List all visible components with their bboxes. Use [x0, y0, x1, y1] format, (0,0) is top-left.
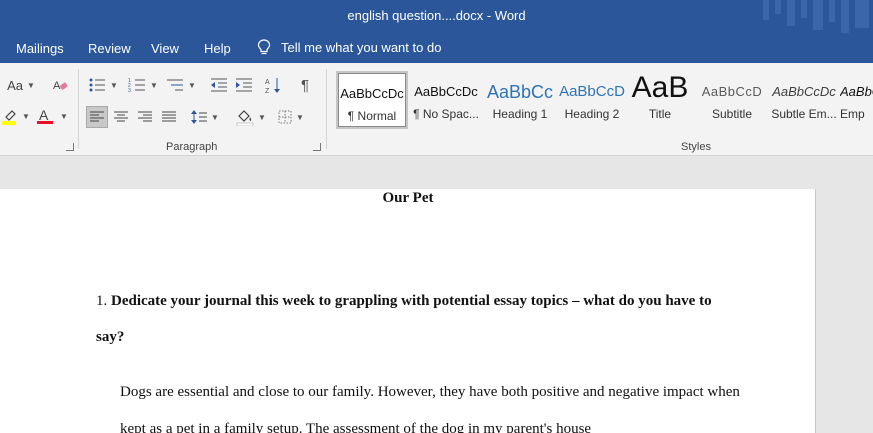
style-heading-2[interactable]: AaBbCcD Heading 2	[556, 71, 628, 129]
clear-formatting-icon: A	[53, 80, 68, 92]
align-right-button[interactable]	[134, 106, 156, 128]
chevron-down-icon: ▼	[188, 80, 196, 90]
font-dialog-launcher-icon[interactable]	[66, 143, 74, 151]
tell-me-label: Tell me what you want to do	[281, 39, 442, 55]
numbering-icon: 1 2 3	[128, 78, 146, 93]
tell-me-search[interactable]: Tell me what you want to do	[257, 39, 441, 55]
ribbon: Aa ▼ A ▼ A ▼ ▼ 1 2 3 ▼ ▼ A Z ¶ ▼ ▼ ▼ Par…	[0, 63, 873, 156]
style-emphasis[interactable]: AaBbC Emp	[840, 71, 873, 129]
increase-indent-icon	[236, 78, 252, 92]
multilevel-list-icon	[167, 79, 184, 91]
bullets-button[interactable]: ▼	[86, 74, 120, 96]
style-subtle-emphasis[interactable]: AaBbCcDc Subtle Em...	[768, 71, 840, 129]
tab-mailings[interactable]: Mailings	[16, 41, 64, 56]
chevron-down-icon: ▼	[296, 112, 304, 122]
shading-button[interactable]: ▼	[234, 106, 268, 128]
question-number: 1.	[96, 293, 108, 309]
justify-icon	[162, 111, 176, 122]
word-window: english question....docx - Word Mailings…	[0, 0, 873, 433]
highlight-color-button[interactable]	[0, 105, 22, 127]
svg-text:3: 3	[128, 88, 131, 93]
chevron-down-icon: ▼	[211, 112, 219, 122]
font-color-icon: A	[37, 107, 53, 124]
tab-help[interactable]: Help	[204, 41, 231, 56]
style-no-spacing[interactable]: AaBbCcDc ¶ No Spac...	[410, 71, 482, 129]
paint-bucket-icon	[236, 110, 254, 126]
document-page[interactable]: Our Pet 1. Dedicate your journal this we…	[0, 189, 816, 433]
borders-icon	[278, 110, 292, 124]
document-area: Our Pet 1. Dedicate your journal this we…	[0, 156, 873, 433]
chevron-down-icon[interactable]: ▼	[22, 112, 30, 121]
align-left-button[interactable]	[86, 106, 108, 128]
chevron-down-icon: ▼	[150, 80, 158, 90]
lightbulb-icon	[257, 39, 271, 55]
title-bar: english question....docx - Word	[0, 0, 873, 33]
chevron-down-icon: ▼	[258, 112, 266, 122]
clear-formatting-button[interactable]: A	[50, 74, 70, 96]
question-text: Dedicate your journal this week to grapp…	[96, 293, 712, 345]
pilcrow-icon: ¶	[300, 76, 310, 94]
multilevel-list-button[interactable]: ▼	[164, 74, 198, 96]
paragraph-dialog-launcher-icon[interactable]	[313, 143, 321, 151]
group-separator	[78, 69, 79, 149]
svg-text:Z: Z	[265, 88, 270, 94]
styles-group-label: Styles	[681, 141, 711, 153]
increase-indent-button[interactable]	[233, 74, 255, 96]
borders-button[interactable]: ▼	[274, 106, 308, 128]
styles-gallery: AaBbCcDc ¶ Normal AaBbCcDc ¶ No Spac... …	[334, 71, 873, 129]
svg-text:A: A	[265, 79, 270, 86]
style-title[interactable]: AaB Title	[624, 71, 696, 129]
highlighter-icon	[2, 110, 16, 125]
style-subtitle[interactable]: AaBbCcD Subtitle	[696, 71, 768, 129]
numbering-button[interactable]: 1 2 3 ▼	[126, 74, 160, 96]
paragraph-group-label: Paragraph	[166, 141, 218, 153]
tab-review[interactable]: Review	[88, 41, 131, 56]
show-formatting-marks-button[interactable]: ¶	[294, 74, 316, 96]
chevron-down-icon: ▼	[26, 80, 35, 90]
chevron-down-icon: ▼	[110, 80, 118, 90]
align-center-icon	[114, 111, 128, 122]
title-bar-decoration	[763, 0, 869, 33]
align-right-icon	[138, 111, 152, 122]
window-title: english question....docx - Word	[347, 8, 526, 23]
align-left-icon	[90, 111, 104, 122]
decrease-indent-button[interactable]	[208, 74, 230, 96]
bullets-icon	[89, 78, 106, 92]
svg-text:A: A	[39, 107, 49, 123]
ribbon-tabs: Mailings Review View Help Tell me what y…	[0, 33, 873, 63]
line-spacing-button[interactable]: ▼	[189, 106, 221, 128]
question-paragraph: 1. Dedicate your journal this week to gr…	[96, 283, 736, 355]
group-separator	[326, 69, 327, 149]
line-spacing-icon	[191, 110, 208, 124]
body-paragraph: Dogs are essential and close to our fami…	[120, 384, 740, 433]
style-heading-1[interactable]: AaBbCc Heading 1	[484, 71, 556, 129]
font-color-button[interactable]: A	[34, 105, 56, 127]
document-title: Our Pet	[382, 190, 434, 206]
justify-button[interactable]	[158, 106, 180, 128]
tab-view[interactable]: View	[151, 41, 179, 56]
decrease-indent-icon	[211, 78, 227, 92]
sort-icon: A Z	[265, 78, 280, 94]
font-size-dropdown[interactable]: Aa ▼	[6, 74, 36, 96]
chevron-down-icon[interactable]: ▼	[60, 112, 68, 121]
sort-button[interactable]: A Z	[263, 74, 285, 96]
style-normal[interactable]: AaBbCcDc ¶ Normal	[336, 71, 408, 129]
align-center-button[interactable]	[110, 106, 132, 128]
svg-text:A: A	[53, 80, 61, 92]
